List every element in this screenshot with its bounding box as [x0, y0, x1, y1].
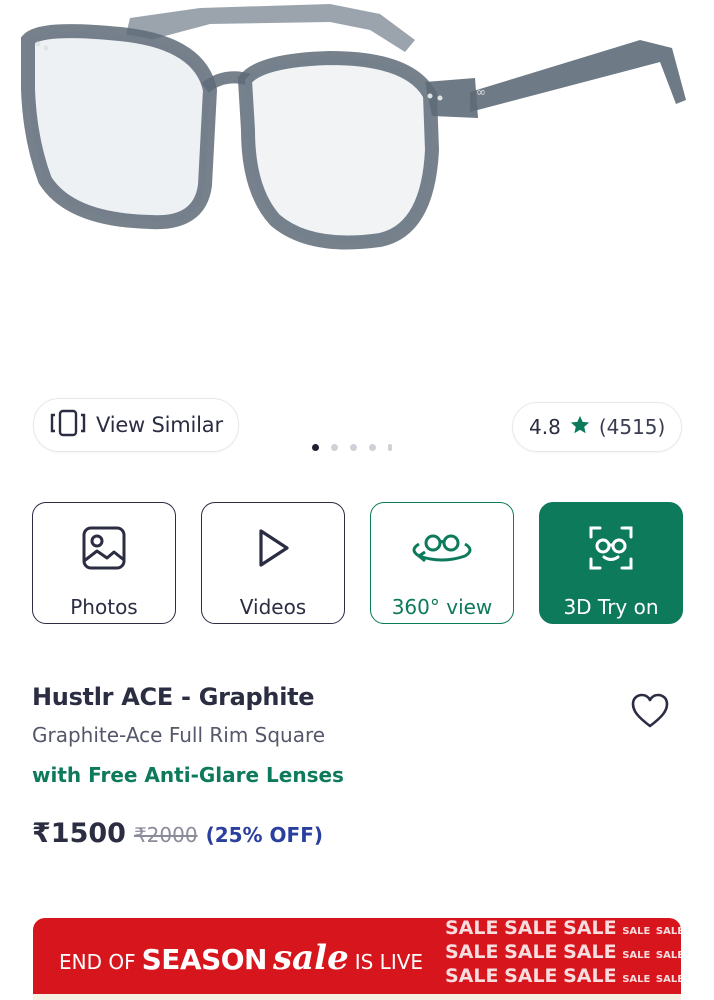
- videos-label: Videos: [239, 595, 307, 619]
- sale-word: SALE: [622, 926, 651, 937]
- image-icon: [81, 525, 127, 571]
- sale-word: SALE: [504, 965, 558, 987]
- banner-season: SEASON: [141, 943, 268, 976]
- carousel-dot[interactable]: [350, 444, 357, 451]
- sale-word: SALE: [504, 941, 558, 963]
- product-offer: with Free Anti-Glare Lenses: [32, 763, 344, 787]
- try-on-3d-button[interactable]: 3D Try on: [539, 502, 683, 624]
- view-similar-label: View Similar: [96, 413, 223, 437]
- product-title: Hustlr ACE - Graphite: [32, 683, 315, 711]
- sale-word: SALE: [655, 974, 681, 985]
- sale-word: SALE: [563, 941, 617, 963]
- carousel-dot[interactable]: [312, 444, 319, 451]
- videos-button[interactable]: Videos: [201, 502, 345, 624]
- view-similar-button[interactable]: View Similar: [33, 398, 239, 452]
- sale-word: SALE: [622, 974, 651, 985]
- view-360-button[interactable]: 360° view: [370, 502, 514, 624]
- photos-label: Photos: [70, 595, 138, 619]
- sale-word: SALE: [504, 918, 558, 939]
- product-image[interactable]: ∞: [0, 0, 714, 390]
- banner-sale: sale: [272, 938, 349, 978]
- view-similar-icon: [50, 409, 86, 441]
- photos-button[interactable]: Photos: [32, 502, 176, 624]
- sale-word: SALE: [445, 941, 499, 963]
- banner-bottom-strip: [33, 994, 681, 1000]
- sale-word: SALE: [445, 918, 499, 939]
- view-360-label: 360° view: [391, 595, 493, 619]
- current-price: ₹1500: [32, 818, 126, 849]
- product-subtitle: Graphite-Ace Full Rim Square: [32, 723, 326, 747]
- face-glasses-icon: [588, 525, 634, 571]
- carousel-dot[interactable]: [388, 444, 392, 451]
- sale-pattern: SALE SALE SALE SALE SALE SALE SALE SALE …: [445, 918, 681, 1000]
- price-row: ₹1500 ₹2000 (25% OFF): [32, 818, 323, 849]
- banner-suffix: IS LIVE: [354, 950, 424, 974]
- rating-badge[interactable]: 4.8 (4515): [512, 402, 682, 452]
- sale-word: SALE: [445, 965, 499, 987]
- discount-label: (25% OFF): [205, 823, 324, 847]
- try-on-3d-label: 3D Try on: [563, 595, 659, 619]
- rating-value: 4.8: [529, 415, 561, 439]
- sale-banner[interactable]: END OF SEASON sale IS LIVE SALE SALE SAL…: [33, 918, 681, 1000]
- sale-word: SALE: [655, 926, 681, 937]
- sale-word: SALE: [622, 950, 651, 961]
- star-icon: [569, 414, 591, 440]
- rotate-360-icon: [405, 525, 479, 571]
- sale-word: SALE: [655, 950, 681, 961]
- eyeglasses-image: ∞: [21, 4, 686, 250]
- svg-text:∞: ∞: [476, 85, 486, 99]
- play-icon: [253, 525, 293, 571]
- banner-prefix: END OF: [59, 950, 136, 974]
- sale-word: SALE: [563, 918, 617, 939]
- media-options: Photos Videos 360° view 3D Try on: [32, 502, 683, 624]
- carousel-dot[interactable]: [369, 444, 376, 451]
- sale-banner-text: END OF SEASON sale IS LIVE: [59, 938, 423, 978]
- carousel-indicator: [312, 444, 392, 451]
- wishlist-heart-icon[interactable]: [630, 692, 670, 734]
- carousel-dot[interactable]: [331, 444, 338, 451]
- review-count: (4515): [598, 415, 666, 439]
- sale-word: SALE: [563, 965, 617, 987]
- original-price: ₹2000: [133, 823, 198, 847]
